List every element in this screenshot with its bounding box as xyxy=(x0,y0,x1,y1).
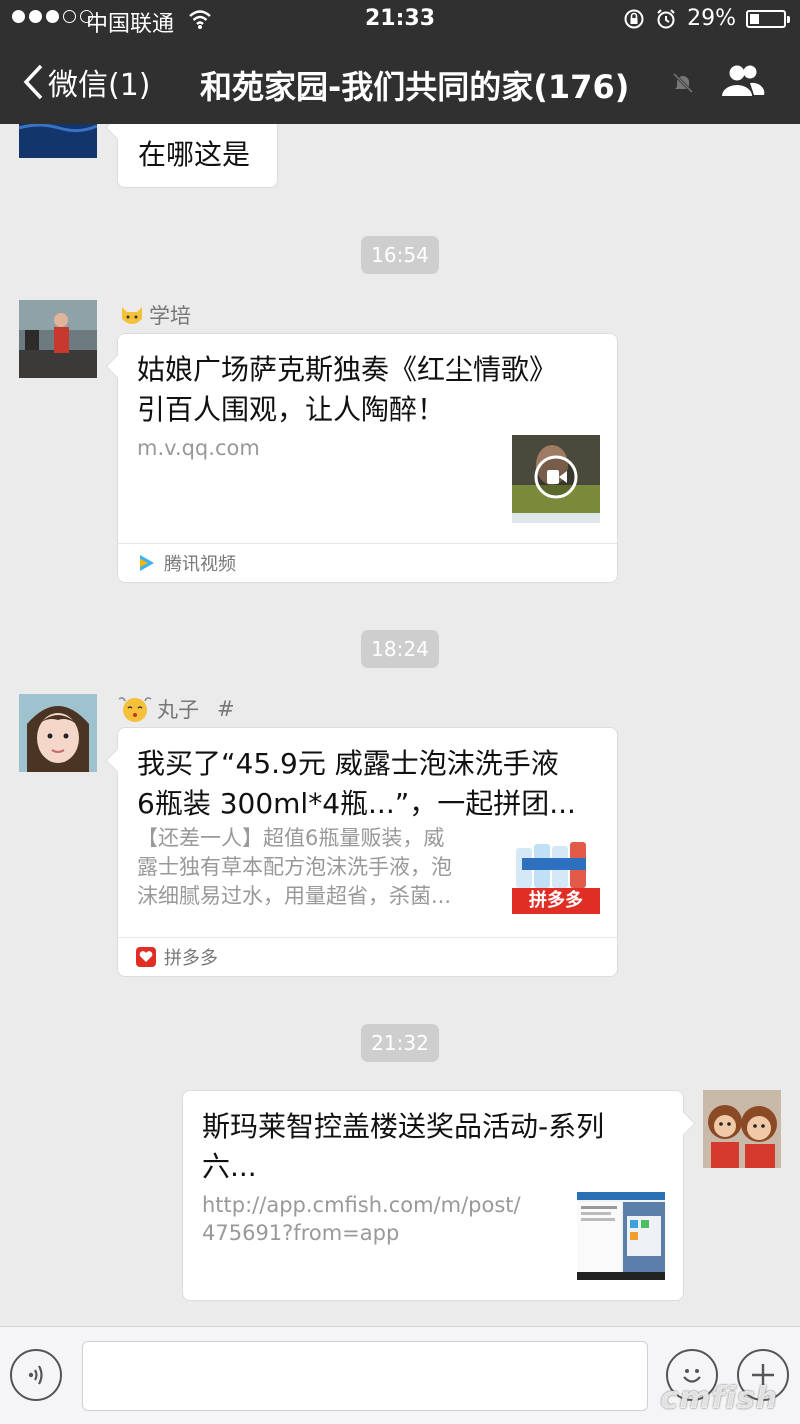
message-text: 在哪这是 xyxy=(138,138,251,171)
chat-title: 和苑家园-我们共同的家(176) xyxy=(200,68,630,106)
status-bar: 中国联通 21:33 29% xyxy=(0,0,800,40)
top-bar: 中国联通 21:33 29% 微信(1) 和苑家园-我们共同的家(176) xyxy=(0,0,800,124)
cat-emoji-icon xyxy=(122,307,142,324)
group-info-icon[interactable] xyxy=(720,64,766,98)
link-card[interactable]: 姑娘广场萨克斯独奏《红尘情歌》 引百人围观，让人陶醉！ m.v.qq.com 腾… xyxy=(117,333,618,583)
mute-bell-icon xyxy=(672,72,694,94)
card-source: 腾讯视频 xyxy=(118,543,617,582)
voice-button[interactable] xyxy=(10,1349,62,1401)
card-url: http://app.cmfish.com/m/post/ 475691?fro… xyxy=(202,1193,521,1245)
card-source: 拼多多 xyxy=(118,937,617,976)
pinduoduo-icon xyxy=(136,947,156,967)
card-title: 姑娘广场萨克斯独奏《红尘情歌》 引百人围观，让人陶醉！ xyxy=(137,353,558,426)
product-thumbnail: 拼多多 xyxy=(512,834,600,922)
pdd-thumb-label: 拼多多 xyxy=(529,890,583,911)
tencent-video-icon xyxy=(140,555,154,571)
voice-wave-icon xyxy=(28,1365,43,1385)
card-url: m.v.qq.com xyxy=(137,436,260,460)
text-message[interactable]: 在哪这是 xyxy=(117,124,278,188)
avatar[interactable] xyxy=(19,300,97,378)
rotation-lock-icon xyxy=(624,9,644,28)
alarm-icon xyxy=(657,8,675,28)
sender-name: 丸子 # xyxy=(117,694,235,724)
timestamp: 16:54 xyxy=(0,236,800,274)
timestamp: 21:32 xyxy=(0,1024,800,1062)
avatar[interactable] xyxy=(19,694,97,772)
battery-icon xyxy=(746,9,790,28)
back-label: 微信(1) xyxy=(48,68,151,103)
card-title: 我买了“45.9元 威露士泡沫洗手液 6瓶装 300ml*4瓶...”，一起拼团… xyxy=(137,747,576,820)
chevron-left-icon xyxy=(23,64,43,100)
message-list[interactable]: 在哪这是 16:54 学培 姑娘广场萨克斯独奏《红尘情歌》 引百人围观，让人陶醉… xyxy=(0,124,800,1326)
link-card[interactable]: 我买了“45.9元 威露士泡沫洗手液 6瓶装 300ml*4瓶...”，一起拼团… xyxy=(117,727,618,977)
watermark: cmfish xyxy=(660,1381,778,1416)
link-card[interactable]: 斯玛莱智控盖楼送奖品活动-系列 六... http://app.cmfish.c… xyxy=(182,1090,684,1301)
input-bar: cmfish xyxy=(0,1326,800,1424)
navigation-bar: 微信(1) 和苑家园-我们共同的家(176) xyxy=(0,40,800,124)
avatar[interactable] xyxy=(703,1090,781,1168)
back-button[interactable]: 微信(1) xyxy=(22,60,151,104)
battery-percent: 29% xyxy=(687,6,736,31)
timestamp: 18:24 xyxy=(0,630,800,668)
kissing-emoji-icon xyxy=(118,697,152,722)
avatar[interactable] xyxy=(19,124,97,158)
card-description: 【还差一人】超值6瓶量贩装，威 露士独有草本配方泡沫洗手液，泡 沫细腻易过水，用… xyxy=(137,826,452,908)
video-thumbnail xyxy=(512,435,600,523)
link-thumbnail xyxy=(577,1192,665,1280)
message-input[interactable] xyxy=(82,1341,648,1411)
card-title: 斯玛莱智控盖楼送奖品活动-系列 六... xyxy=(202,1110,605,1183)
sender-name: 学培 xyxy=(119,300,191,330)
